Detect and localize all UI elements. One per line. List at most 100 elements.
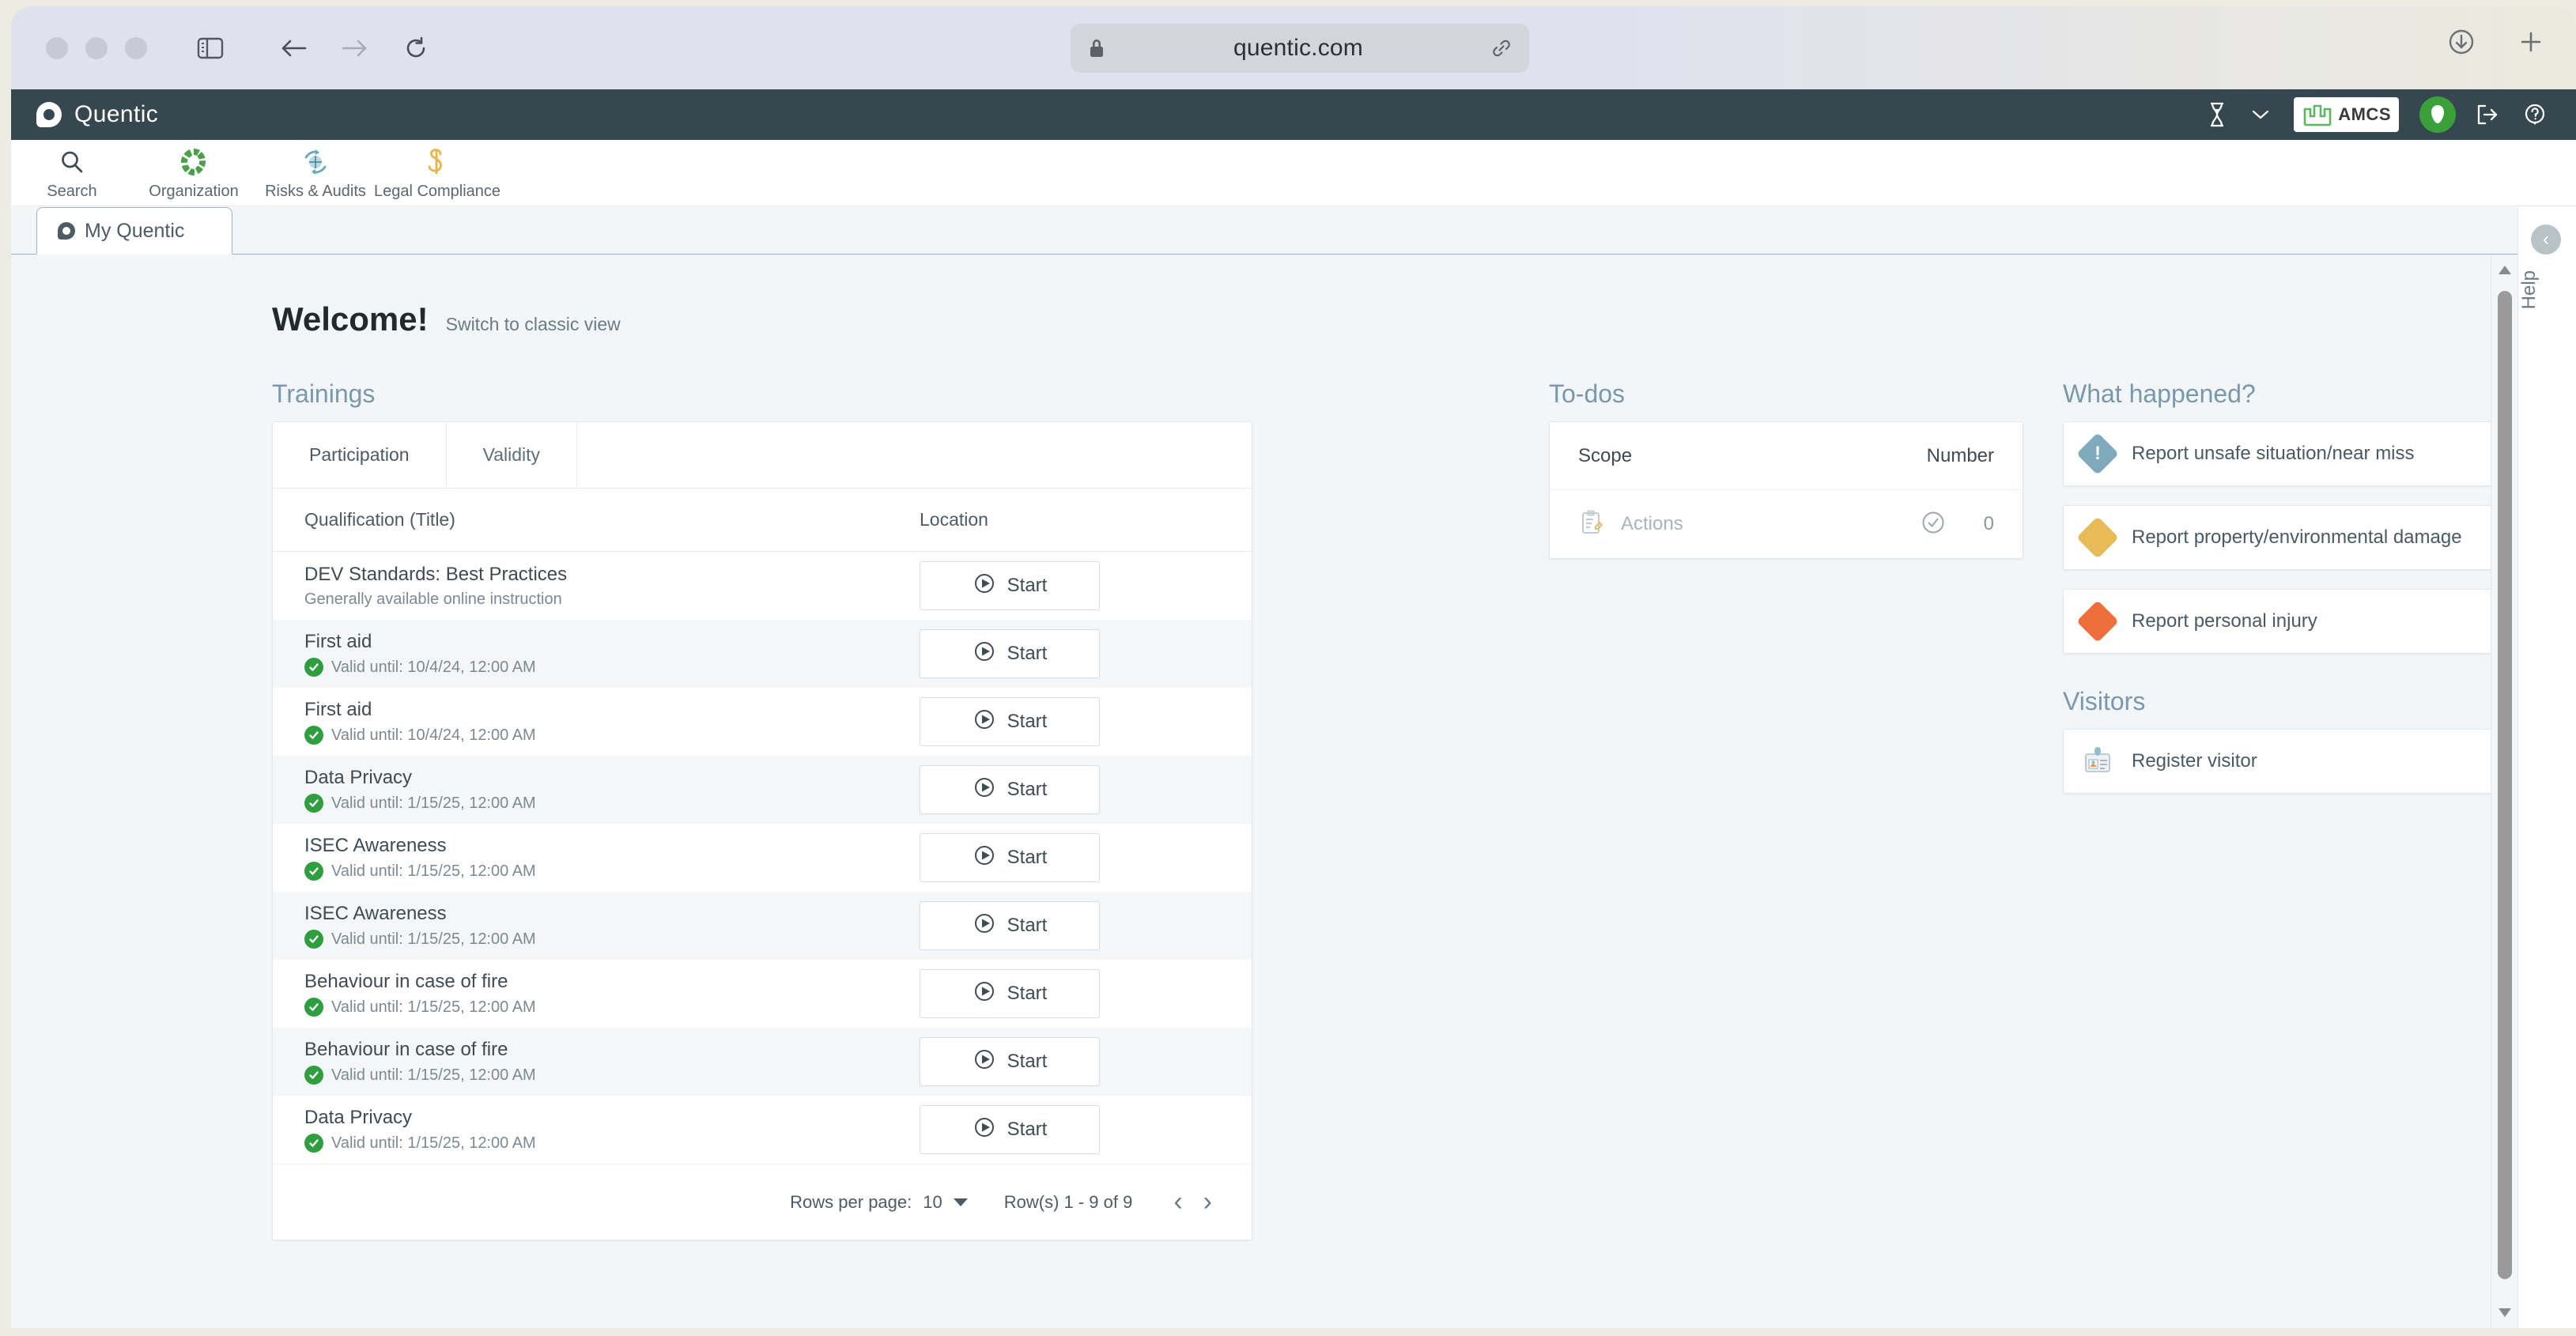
- hourglass-icon[interactable]: [2194, 89, 2240, 140]
- chevron-left-icon[interactable]: ‹: [1169, 1187, 1187, 1217]
- module-label: Risks & Audits: [265, 183, 366, 200]
- table-row[interactable]: DEV Standards: Best Practices Generally a…: [273, 552, 1252, 620]
- what-happened-item[interactable]: Report personal injury: [2063, 589, 2517, 654]
- training-title: Data Privacy: [304, 1107, 413, 1128]
- tab-participation[interactable]: Participation: [273, 422, 447, 488]
- address-bar[interactable]: quentic.com: [1071, 24, 1529, 73]
- forward-arrow-icon[interactable]: [332, 26, 376, 70]
- rows-per-page-selector[interactable]: Rows per page: 10: [790, 1192, 968, 1213]
- tabs-filler: [577, 422, 1252, 488]
- close-window-button[interactable]: [46, 36, 68, 59]
- user-silhouette-icon: [2431, 105, 2444, 123]
- start-button[interactable]: Start: [920, 629, 1100, 678]
- what-happened-item[interactable]: Report property/environmental damage: [2063, 505, 2517, 570]
- minimize-window-button[interactable]: [85, 36, 108, 59]
- help-circle-icon[interactable]: [2511, 89, 2559, 140]
- scrollbar-thumb[interactable]: [2498, 291, 2512, 1279]
- trainings-column: Trainings Participation Validity Qualifi…: [272, 379, 1252, 1240]
- alert-diamond-icon: !: [2076, 432, 2119, 475]
- table-row[interactable]: ISEC Awareness Valid until: 1/15/25, 12:0…: [273, 892, 1252, 960]
- start-button[interactable]: Start: [920, 1105, 1100, 1154]
- todos-row-label: Actions: [1621, 513, 1683, 534]
- table-row[interactable]: First aid Valid until: 10/4/24, 12:00 AM S…: [273, 688, 1252, 756]
- play-circle-icon: [973, 979, 996, 1009]
- switch-to-classic-view-link[interactable]: Switch to classic view: [446, 314, 621, 335]
- play-circle-icon: [973, 1115, 996, 1145]
- training-validity-text: Valid until: 1/15/25, 12:00 AM: [331, 998, 536, 1016]
- training-subtitle: Valid until: 1/15/25, 12:00 AM: [304, 794, 920, 813]
- table-row[interactable]: First aid Valid until: 10/4/24, 12:00 AM S…: [273, 620, 1252, 688]
- training-validity-text: Valid until: 1/15/25, 12:00 AM: [331, 862, 536, 880]
- module-search[interactable]: Search: [11, 140, 133, 201]
- training-action-cell: Start: [920, 629, 1220, 678]
- what-happened-item-label: Report unsafe situation/near miss: [2132, 443, 2415, 464]
- training-action-cell: Start: [920, 1037, 1220, 1086]
- content-scrollbar[interactable]: [2491, 255, 2517, 1328]
- register-visitor-button[interactable]: Register visitor: [2063, 729, 2517, 794]
- chevron-left-circle-icon[interactable]: ‹: [2531, 225, 2561, 255]
- start-button-label: Start: [1007, 847, 1048, 868]
- table-row[interactable]: Behaviour in case of fire Valid until: 1/…: [273, 1028, 1252, 1096]
- reload-icon[interactable]: [394, 26, 438, 70]
- start-button[interactable]: Start: [920, 1037, 1100, 1086]
- start-button[interactable]: Start: [920, 765, 1100, 814]
- training-info: Data Privacy Valid until: 1/15/25, 12:00 …: [304, 767, 920, 813]
- module-legal-compliance[interactable]: Legal Compliance: [373, 140, 501, 201]
- start-button[interactable]: Start: [920, 969, 1100, 1018]
- page-title: Welcome!: [272, 300, 429, 338]
- training-subtitle: Generally available online instruction: [304, 591, 920, 609]
- start-button[interactable]: Start: [920, 697, 1100, 746]
- help-rail: ‹ Help: [2517, 207, 2576, 1328]
- valid-check-icon: [304, 1134, 323, 1153]
- lock-icon: [1088, 38, 1105, 58]
- start-button[interactable]: Start: [920, 561, 1100, 610]
- tenant-logo[interactable]: AMCS: [2294, 97, 2399, 132]
- play-circle-icon: [973, 843, 996, 873]
- what-happened-item[interactable]: ! Report unsafe situation/near miss: [2063, 421, 2517, 486]
- start-button-label: Start: [1007, 779, 1048, 800]
- scroll-up-arrow-icon[interactable]: [2499, 266, 2511, 274]
- welcome-row: Welcome! Switch to classic view: [272, 300, 2517, 338]
- todos-row-number: 0: [1983, 513, 1994, 534]
- trainings-card: Participation Validity Qualification (Ti…: [272, 421, 1252, 1240]
- play-circle-icon: [973, 640, 996, 669]
- module-risks-audits[interactable]: Risks & Audits: [255, 140, 376, 201]
- tab-validity[interactable]: Validity: [447, 422, 578, 488]
- module-label: Legal Compliance: [373, 183, 501, 200]
- rows-per-page-value: 10: [923, 1191, 942, 1212]
- training-title: Data Privacy: [304, 767, 413, 788]
- avatar[interactable]: [2419, 96, 2456, 133]
- training-title: Behaviour in case of fire: [304, 1039, 508, 1060]
- logout-icon[interactable]: [2464, 89, 2511, 140]
- table-row[interactable]: Data Privacy Valid until: 1/15/25, 12:00 …: [273, 1096, 1252, 1164]
- risks-audits-icon: [300, 146, 331, 178]
- start-button[interactable]: Start: [920, 901, 1100, 950]
- register-visitor-label: Register visitor: [2132, 750, 2257, 772]
- training-validity-text: Valid until: 1/15/25, 12:00 AM: [331, 794, 536, 812]
- sidebar-toggle-icon[interactable]: [188, 26, 232, 70]
- link-icon[interactable]: [1491, 38, 1512, 58]
- chevron-right-icon[interactable]: ›: [1199, 1187, 1217, 1217]
- table-row[interactable]: Data Privacy Valid until: 1/15/25, 12:00 …: [273, 756, 1252, 824]
- maximize-window-button[interactable]: [125, 36, 147, 59]
- what-happened-item-label: Report property/environmental damage: [2132, 526, 2462, 548]
- app-brand[interactable]: Quentic: [36, 101, 158, 128]
- plus-icon[interactable]: [2516, 27, 2546, 61]
- table-row[interactable]: Behaviour in case of fire Valid until: 1/…: [273, 960, 1252, 1028]
- valid-check-icon: [304, 658, 323, 677]
- table-row[interactable]: ISEC Awareness Valid until: 1/15/25, 12:0…: [273, 824, 1252, 892]
- back-arrow-icon[interactable]: [272, 26, 316, 70]
- help-rail-label[interactable]: Help: [2518, 270, 2576, 309]
- todos-row-actions[interactable]: Actions 0: [1550, 490, 2023, 558]
- module-organization[interactable]: Organization: [133, 140, 255, 201]
- chevron-down-icon[interactable]: [2240, 89, 2281, 140]
- play-circle-icon: [973, 708, 996, 737]
- tab-my-quentic[interactable]: My Quentic: [36, 207, 232, 255]
- valid-check-icon: [304, 726, 323, 745]
- valid-check-icon: [304, 1066, 323, 1085]
- training-info: First aid Valid until: 10/4/24, 12:00 AM: [304, 631, 920, 677]
- start-button[interactable]: Start: [920, 833, 1100, 882]
- scroll-down-arrow-icon[interactable]: [2499, 1308, 2511, 1317]
- chevron-down-icon[interactable]: [953, 1198, 968, 1206]
- download-icon[interactable]: [2446, 27, 2476, 61]
